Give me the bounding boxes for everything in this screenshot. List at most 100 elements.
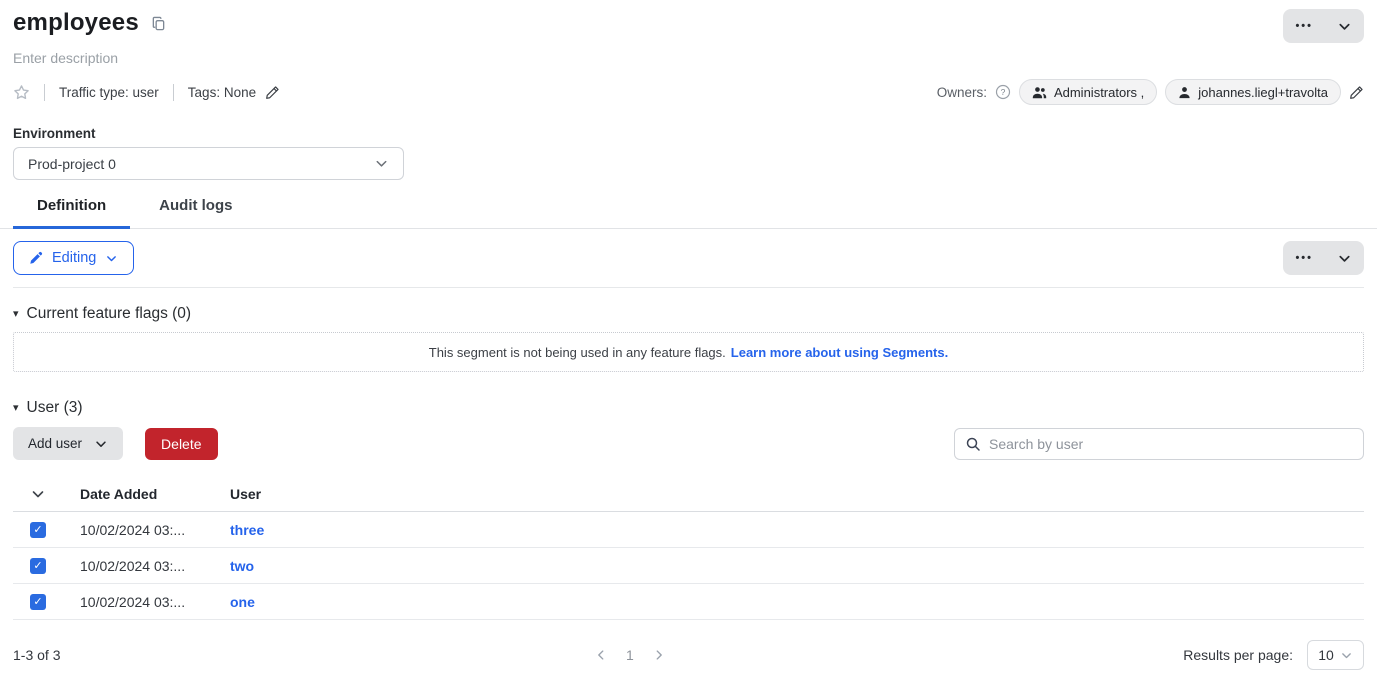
description-placeholder[interactable]: Enter description: [13, 50, 118, 66]
chevron-down-icon: [105, 252, 118, 265]
search-input[interactable]: [989, 436, 1353, 452]
meta-row: Traffic type: user Tags: None Owners:: [13, 79, 1364, 105]
help-circle-icon: ?: [995, 84, 1011, 100]
feature-flags-empty-state: This segment is not being used in any fe…: [13, 332, 1364, 372]
triangle-down-icon: ▾: [13, 403, 19, 414]
table-row: ✓ 10/02/2024 03:... two: [13, 548, 1364, 584]
star-icon: [13, 84, 30, 101]
pagination: 1: [590, 645, 670, 665]
environment-label: Environment: [13, 126, 1364, 141]
definition-actions-group: •••: [1283, 241, 1364, 275]
user-link[interactable]: two: [230, 558, 254, 574]
results-per-page-label: Results per page:: [1183, 647, 1293, 663]
tab-audit-logs[interactable]: Audit logs: [135, 197, 256, 229]
segments-docs-link[interactable]: Learn more about using Segments.: [731, 345, 948, 360]
results-per-page-select[interactable]: 10: [1307, 640, 1364, 670]
edit-owners-button[interactable]: [1349, 85, 1364, 100]
segment-page: employees ••• Enter description: [0, 9, 1377, 180]
user-link[interactable]: three: [230, 522, 264, 538]
users-table: Date Added User ✓ 10/02/2024 03:... thre…: [13, 476, 1364, 620]
chevron-down-icon: [1337, 251, 1352, 266]
divider: [44, 84, 45, 101]
chevron-right-icon: [652, 648, 666, 662]
table-row: ✓ 10/02/2024 03:... three: [13, 512, 1364, 548]
page-title: employees: [13, 9, 139, 37]
environment-selected-value: Prod-project 0: [28, 156, 116, 172]
column-header-date-added: Date Added: [80, 486, 230, 502]
owners-help-button[interactable]: ?: [995, 84, 1011, 100]
chevron-down-icon: [1340, 649, 1353, 662]
search-box: [954, 428, 1364, 460]
page-number-button[interactable]: 1: [622, 645, 638, 665]
user-section-header[interactable]: ▾ User (3): [13, 399, 83, 417]
owner-chip-administrators[interactable]: Administrators ,: [1019, 79, 1157, 105]
chevron-down-icon: [374, 156, 389, 171]
divider: [173, 84, 174, 101]
row-checkbox-checked[interactable]: ✓: [30, 522, 46, 538]
owner-chip-label: johannes.liegl+travolta: [1198, 85, 1328, 100]
tags-wrap: Tags: None: [188, 85, 280, 100]
select-all-dropdown[interactable]: [30, 486, 80, 502]
favorite-star-button[interactable]: [13, 84, 30, 101]
add-user-button[interactable]: Add user: [13, 427, 123, 460]
svg-text:?: ?: [1001, 87, 1006, 97]
meta-left: Traffic type: user Tags: None: [13, 84, 280, 101]
user-actions-row: Add user Delete: [13, 427, 1364, 460]
ellipsis-icon: •••: [1295, 20, 1313, 32]
results-per-page: Results per page: 10: [1183, 640, 1364, 670]
title-row: employees •••: [13, 9, 1364, 43]
header-actions-group: •••: [1283, 9, 1364, 43]
date-added-cell: 10/02/2024 03:...: [80, 558, 230, 574]
owner-chip-label: Administrators ,: [1054, 85, 1144, 100]
user-section-title: User (3): [27, 399, 83, 417]
next-page-button[interactable]: [648, 646, 670, 664]
chevron-down-icon: [1337, 19, 1352, 34]
results-per-page-value: 10: [1318, 647, 1334, 663]
table-header-row: Date Added User: [13, 476, 1364, 512]
previous-page-button[interactable]: [590, 646, 612, 664]
row-checkbox-checked[interactable]: ✓: [30, 558, 46, 574]
date-added-cell: 10/02/2024 03:...: [80, 522, 230, 538]
pencil-icon: [265, 85, 280, 100]
toolbar-row: Editing •••: [13, 241, 1364, 275]
delete-button[interactable]: Delete: [145, 428, 217, 460]
chevron-down-icon: [30, 486, 46, 502]
row-checkbox-checked[interactable]: ✓: [30, 594, 46, 610]
definition-more-button[interactable]: •••: [1283, 241, 1325, 275]
empty-message: This segment is not being used in any fe…: [429, 345, 726, 360]
person-icon: [1178, 86, 1191, 99]
search-icon: [965, 436, 981, 452]
feature-flags-section-title: Current feature flags (0): [27, 305, 192, 323]
traffic-type-label: Traffic type: user: [59, 85, 159, 100]
divider: [13, 287, 1364, 288]
pencil-icon: [29, 251, 43, 265]
header-more-button[interactable]: •••: [1283, 9, 1325, 43]
table-footer: 1-3 of 3 1 Results per page: 10: [13, 635, 1364, 675]
editing-mode-button[interactable]: Editing: [13, 241, 134, 275]
triangle-down-icon: ▾: [13, 309, 19, 320]
chevron-left-icon: [594, 648, 608, 662]
pencil-icon: [1349, 85, 1364, 100]
tab-definition[interactable]: Definition: [13, 197, 130, 229]
owner-chip-user[interactable]: johannes.liegl+travolta: [1165, 79, 1341, 105]
header-dropdown-button[interactable]: [1325, 9, 1364, 43]
tab-bar: Definition Audit logs: [0, 197, 1377, 229]
ellipsis-icon: •••: [1295, 252, 1313, 264]
copy-icon: [151, 16, 166, 31]
copy-key-button[interactable]: [149, 14, 168, 33]
people-icon: [1032, 86, 1047, 99]
owners-row: Owners: ? Admi: [937, 79, 1364, 105]
definition-dropdown-button[interactable]: [1325, 241, 1364, 275]
add-user-label: Add user: [28, 436, 82, 451]
tags-label: Tags: None: [188, 85, 256, 100]
date-added-cell: 10/02/2024 03:...: [80, 594, 230, 610]
column-header-user: User: [230, 486, 1364, 502]
user-link[interactable]: one: [230, 594, 255, 610]
owners-label: Owners:: [937, 85, 987, 100]
editing-label: Editing: [52, 250, 96, 266]
chevron-down-icon: [94, 437, 108, 451]
results-range-label: 1-3 of 3: [13, 647, 60, 663]
environment-select[interactable]: Prod-project 0: [13, 147, 404, 180]
feature-flags-section-header[interactable]: ▾ Current feature flags (0): [13, 305, 191, 323]
edit-tags-button[interactable]: [265, 85, 280, 100]
